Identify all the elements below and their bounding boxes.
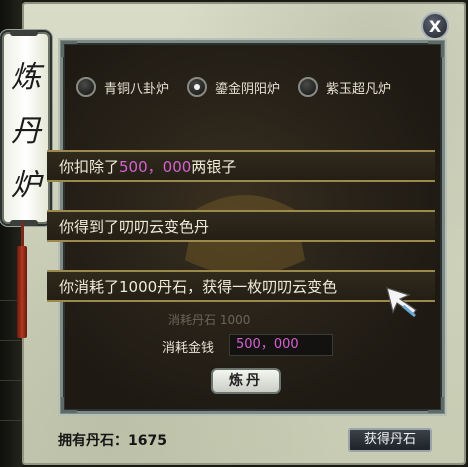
message-silver-deducted: 你扣除了 500，000 两银子 bbox=[47, 150, 435, 182]
cost-value: 500，000 bbox=[229, 334, 333, 356]
furnace-selector: 青铜八卦炉 鎏金阴阳炉 紫玉超凡炉 bbox=[76, 74, 409, 100]
title-char-1: 炼 bbox=[11, 60, 41, 95]
title-char-2: 丹 bbox=[11, 114, 41, 149]
message-stones-consumed: 你消耗了1000丹石，获得一枚叨叨云变色 bbox=[47, 270, 435, 302]
furnace-option-jade[interactable]: 紫玉超凡炉 bbox=[298, 77, 391, 97]
cost-label: 消耗金钱 bbox=[162, 341, 215, 356]
furnace-option-bronze[interactable]: 青铜八卦炉 bbox=[76, 77, 169, 97]
alchemy-button[interactable]: 炼丹 bbox=[211, 368, 281, 394]
close-button[interactable]: X bbox=[421, 12, 449, 40]
owned-stones-label: 拥有丹石：1675 bbox=[58, 433, 167, 449]
radio-icon bbox=[76, 77, 96, 97]
tassel-ornament bbox=[17, 246, 27, 338]
obtain-stones-button[interactable]: 获得丹石 bbox=[348, 428, 432, 452]
cursor-icon bbox=[386, 287, 417, 318]
title-char-3: 炉 bbox=[11, 168, 41, 203]
message-item-received: 你得到了叨叨云变色丹 bbox=[47, 210, 435, 242]
title-scroll: 炼 丹 炉 bbox=[2, 30, 50, 226]
radio-selected-icon bbox=[187, 77, 208, 97]
faint-stone-cost: 消耗丹石 1000 bbox=[168, 313, 251, 327]
close-icon: X bbox=[428, 16, 442, 36]
tassel-cord bbox=[21, 222, 24, 248]
furnace-option-gilded[interactable]: 鎏金阴阳炉 bbox=[187, 77, 280, 97]
radio-icon bbox=[298, 77, 319, 97]
